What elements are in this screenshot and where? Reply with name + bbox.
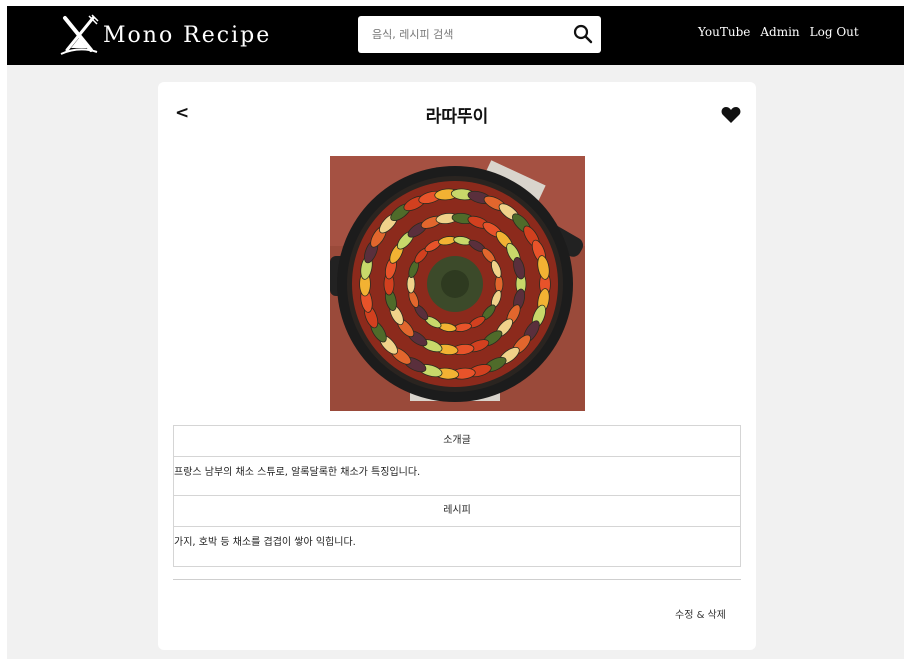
intro-text: 프랑스 남부의 채소 스튜로, 알록달록한 채소가 특징입니다. xyxy=(174,467,421,478)
recipe-card: < 라따뚜이 소개글 프랑스 남부의 채소 스튜로, 알록달록한 채소가 특징입… xyxy=(158,82,756,650)
recipe-heading: 레시피 xyxy=(174,496,740,527)
nav-admin-link[interactable]: Admin xyxy=(760,25,799,39)
ratatouille-image xyxy=(330,156,585,411)
nav-youtube-link[interactable]: YouTube xyxy=(698,25,750,39)
intro-content: 프랑스 남부의 채소 스튜로, 알록달록한 채소가 특징입니다. xyxy=(174,457,740,496)
top-navbar: Mono Recipe YouTube Admin Log Out xyxy=(7,6,904,65)
recipe-content: 가지, 호박 등 채소를 겹겹이 쌓아 익힙니다. xyxy=(174,527,740,566)
recipe-text: 가지, 호박 등 채소를 겹겹이 쌓아 익힙니다. xyxy=(174,537,356,548)
heart-icon[interactable] xyxy=(721,106,741,124)
search-input[interactable] xyxy=(372,28,562,41)
brand[interactable]: Mono Recipe xyxy=(59,14,271,56)
divider xyxy=(173,579,741,580)
nav-logout-link[interactable]: Log Out xyxy=(810,25,859,39)
edit-delete-link[interactable]: 수정 & 삭제 xyxy=(675,606,726,621)
intro-heading: 소개글 xyxy=(174,426,740,457)
nav-links: YouTube Admin Log Out xyxy=(698,25,869,39)
search-bar xyxy=(358,16,601,53)
brand-title: Mono Recipe xyxy=(103,22,272,48)
recipe-title: 라따뚜이 xyxy=(425,107,489,127)
recipe-photo xyxy=(330,156,585,411)
search-icon[interactable] xyxy=(573,24,593,44)
recipe-info-table: 소개글 프랑스 남부의 채소 스튜로, 알록달록한 채소가 특징입니다. 레시피… xyxy=(173,425,741,567)
utensils-logo-icon xyxy=(60,14,99,55)
page-background: Mono Recipe YouTube Admin Log Out < 라따뚜이 xyxy=(7,6,904,659)
